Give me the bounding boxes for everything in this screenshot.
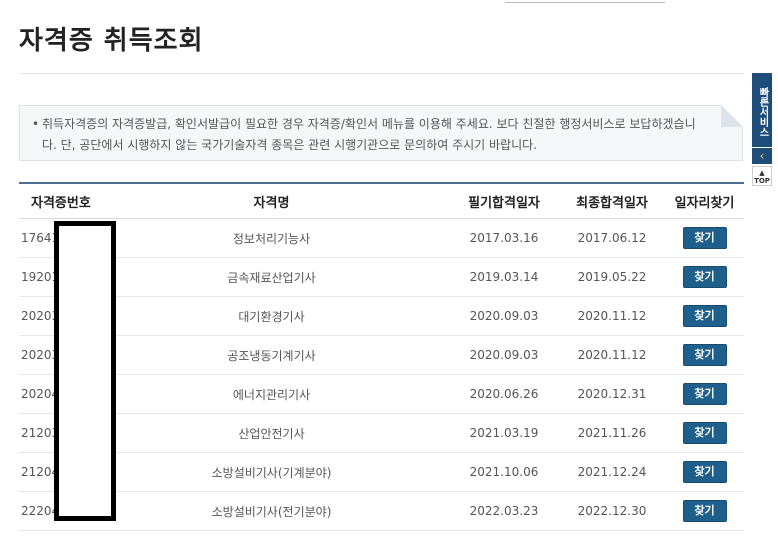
header-cert-number: 자격증번호: [19, 184, 94, 219]
find-job-button[interactable]: 찾기: [682, 305, 727, 327]
scroll-top-button[interactable]: ▲ TOP: [752, 166, 772, 186]
find-job-button[interactable]: 찾기: [682, 461, 727, 483]
table-row: 20203 대기환경기사 2020.09.03 2020.11.12 찾기: [19, 296, 744, 336]
final-date: 2019.05.22: [559, 257, 665, 297]
find-job-button[interactable]: 찾기: [682, 422, 727, 444]
written-date: 2020.09.03: [449, 296, 559, 336]
written-date: 2017.03.16: [449, 218, 559, 258]
page-title: 자격증 취득조회: [19, 26, 204, 56]
find-job-button[interactable]: 찾기: [682, 383, 727, 405]
find-job-button[interactable]: 찾기: [682, 344, 727, 366]
written-date: 2020.09.03: [449, 335, 559, 375]
notice-text: 취득자격증의 자격증발급, 확인서발급이 필요한 경우 자격증/확인서 메뉴를 …: [42, 117, 696, 152]
table-row: 21204 소방설비기사(기계분야) 2021.10.06 2021.12.24…: [19, 452, 744, 492]
chevron-left-icon[interactable]: ‹: [752, 148, 772, 164]
certificate-table: 자격증번호 자격명 필기합격일자 최종합격일자 일자리찾기 17641 정보처리…: [19, 182, 744, 531]
final-date: 2021.12.24: [559, 452, 665, 492]
final-date: 2020.11.12: [559, 335, 665, 375]
written-date: 2022.03.23: [449, 491, 559, 531]
notice-box: • 취득자격증의 자격증발급, 확인서발급이 필요한 경우 자격증/확인서 메뉴…: [19, 105, 743, 161]
written-date: 2021.10.06: [449, 452, 559, 492]
header-cert-name: 자격명: [94, 184, 449, 219]
cert-name: 정보처리기능사: [94, 218, 449, 258]
redaction-box: [54, 221, 116, 521]
header-fragment: [505, 0, 665, 3]
table-row: 22204 소방설비기사(전기분야) 2022.03.23 2022.12.30…: [19, 491, 744, 531]
cert-name: 소방설비기사(기계분야): [94, 452, 449, 492]
written-date: 2021.03.19: [449, 413, 559, 453]
table-header-row: 자격증번호 자격명 필기합격일자 최종합격일자 일자리찾기: [19, 184, 744, 219]
table-row: 17641 정보처리기능사 2017.03.16 2017.06.12 찾기: [19, 218, 744, 258]
table-row: 20203 공조냉동기계기사 2020.09.03 2020.11.12 찾기: [19, 335, 744, 375]
final-date: 2020.12.31: [559, 374, 665, 414]
final-date: 2022.12.30: [559, 491, 665, 531]
table-row: 21203 산업안전기사 2021.03.19 2021.11.26 찾기: [19, 413, 744, 453]
arrow-up-icon: ▲: [759, 169, 765, 177]
header-job-search: 일자리찾기: [665, 184, 744, 219]
find-job-button[interactable]: 찾기: [682, 227, 727, 249]
cert-name: 대기환경기사: [94, 296, 449, 336]
notice-corner-fold: [721, 105, 743, 127]
written-date: 2019.03.14: [449, 257, 559, 297]
cert-name: 산업안전기사: [94, 413, 449, 453]
written-date: 2020.06.26: [449, 374, 559, 414]
header-written-date: 필기합격일자: [449, 184, 559, 219]
top-label: TOP: [754, 177, 770, 185]
header-final-date: 최종합격일자: [559, 184, 665, 219]
cert-name: 에너지관리기사: [94, 374, 449, 414]
cert-name: 금속재료산업기사: [94, 257, 449, 297]
final-date: 2021.11.26: [559, 413, 665, 453]
quick-service-tab[interactable]: 빠른서비스: [752, 73, 772, 147]
final-date: 2020.11.12: [559, 296, 665, 336]
notice-bullet: •: [32, 117, 40, 131]
cert-name: 소방설비기사(전기분야): [94, 491, 449, 531]
find-job-button[interactable]: 찾기: [682, 266, 727, 288]
title-divider: [19, 73, 744, 74]
find-job-button[interactable]: 찾기: [682, 500, 727, 522]
final-date: 2017.06.12: [559, 218, 665, 258]
table-row: 20204 에너지관리기사 2020.06.26 2020.12.31 찾기: [19, 374, 744, 414]
cert-name: 공조냉동기계기사: [94, 335, 449, 375]
table-row: 19201 금속재료산업기사 2019.03.14 2019.05.22 찾기: [19, 257, 744, 297]
